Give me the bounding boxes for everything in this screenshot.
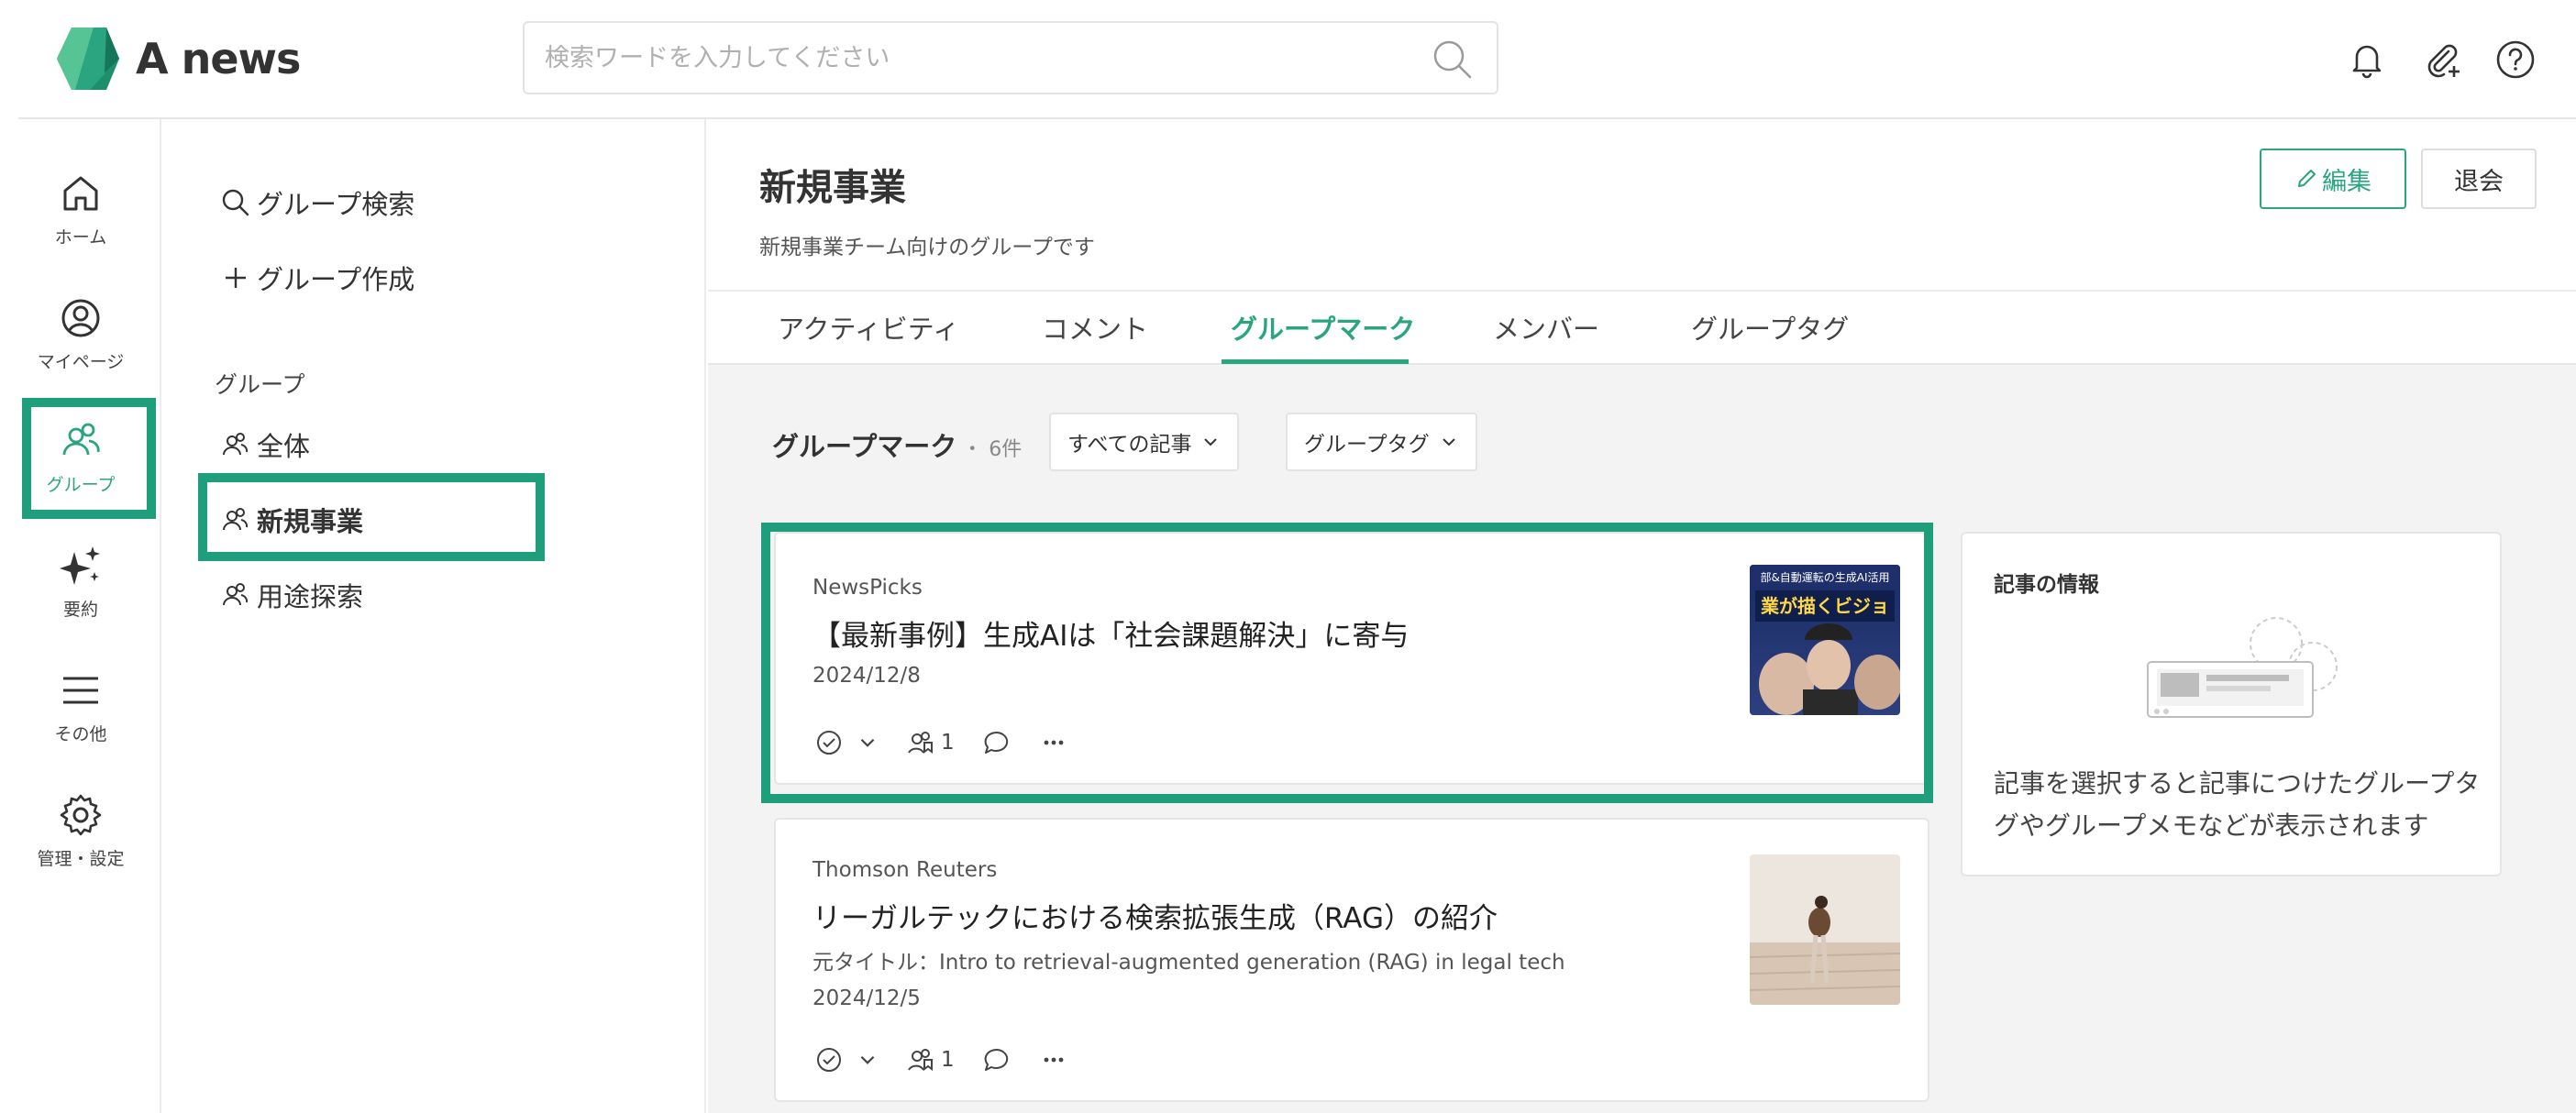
mark-count: ・ 6件 [962,438,1023,461]
chevron-down-icon [1204,438,1218,446]
bell-icon[interactable] [2346,39,2388,81]
rail-label-settings: 管理・設定 [37,849,125,869]
group-mark-icon [908,1049,933,1071]
leave-button[interactable]: 退会 [2421,149,2537,209]
chevron-down-icon[interactable] [857,1049,879,1071]
rail-label-summary: 要約 [62,600,98,620]
gear-icon [60,794,102,836]
member-count: 1 [941,1048,955,1072]
pencil-icon [2298,170,2316,187]
member-marks-button[interactable]: 1 [906,1045,955,1074]
page-title: 新規事業 [759,167,906,209]
search-icon [222,189,249,216]
comment-icon [984,1048,1008,1071]
group-item-label: 全体 [257,431,311,462]
group-header: 新規事業 新規事業チーム向けのグループです 編集 退会 [708,119,2576,290]
all-articles-dropdown[interactable]: すべての記事 [1049,413,1240,471]
filter-title: グループマーク・ 6件 [772,425,1022,464]
group-item-use-case[interactable]: 用途探索 [220,576,363,614]
app-logo[interactable]: A news [53,26,301,92]
more-horizontal-icon [1044,1057,1064,1063]
group-sidebar: グループ検索 グループ作成 グループ 全体 新規事業 用途探索 [163,119,706,1113]
group-icon [223,433,249,456]
group-icon [223,583,249,606]
group-create-button[interactable]: グループ作成 [220,259,415,297]
group-list-heading: グループ [215,371,305,398]
search-input[interactable] [545,23,1407,93]
nav-rail: ホーム マイページ グループ 要約 その他 管理・設定 [0,119,161,1113]
tab-members[interactable]: メンバー [1493,308,1599,347]
plus-icon [226,268,246,288]
comment-button[interactable] [982,1045,1012,1074]
check-circle-icon [817,1048,841,1072]
article-date: 2024/12/5 [813,986,921,1010]
tab-group-marks[interactable]: グループマーク [1231,308,1415,347]
tab-group-tags[interactable]: グループタグ [1691,308,1849,347]
search-box[interactable] [523,21,1498,94]
rail-item-settings[interactable]: 管理・設定 [0,792,161,870]
filter-title-text: グループマーク [772,431,957,462]
help-icon[interactable] [2494,39,2537,81]
paperclip-add-icon[interactable] [2421,39,2463,81]
tab-activity[interactable]: アクティビティ [778,308,959,347]
group-search-label: グループ検索 [257,189,415,220]
dropdown-label: すべての記事 [1067,433,1192,457]
rail-group-highlight [22,398,156,519]
rail-label-home: ホーム [54,227,107,248]
chevron-down-icon [1442,438,1455,446]
user-circle-icon [61,299,100,337]
read-status-button[interactable] [814,1045,879,1074]
info-panel-message: 記事を選択すると記事につけたグループタグやグループメモなどが表示されます [1994,768,2481,841]
edit-button[interactable]: 編集 [2260,149,2406,209]
article-actions: 1 [814,1045,1096,1074]
sparkle-icon [60,546,100,585]
app-header: A news [0,0,2576,117]
article-info-panel: 記事の情報 記事を選択すると記事につけたグループタグやグループメモなどが表示され… [1961,532,2502,876]
tab-comments[interactable]: コメント [1042,308,1148,347]
group-item-highlight [198,473,545,561]
app-name: A news [136,34,301,83]
article-card-highlight [761,523,1933,803]
tab-bar: アクティビティ コメント グループマーク メンバー グループタグ [708,290,2576,365]
article-thumbnail[interactable] [1750,854,1900,1005]
info-panel-title: 記事の情報 [1994,573,2099,597]
group-item-label: 用途探索 [257,581,364,612]
dropdown-label: グループタグ [1304,433,1430,457]
group-item-all[interactable]: 全体 [220,425,310,464]
edit-button-label: 編集 [2322,167,2371,196]
thumbnail-image [1750,854,1900,1005]
group-description: 新規事業チーム向けのグループです [759,236,1095,259]
article-original-title: 元タイトル：Intro to retrieval-augmented gener… [813,951,1565,975]
active-tab-indicator [1222,359,1409,364]
home-icon [63,176,98,211]
group-create-label: グループ作成 [257,264,415,295]
article-source: Thomson Reuters [813,858,998,882]
rail-label-other: その他 [54,724,107,744]
rail-item-home[interactable]: ホーム [0,171,161,248]
rail-item-mypage[interactable]: マイページ [0,295,161,373]
article-card[interactable]: Thomson Reuters リーガルテックにおける検索拡張生成（RAG）の紹… [774,818,1929,1102]
article-title[interactable]: リーガルテックにおける検索拡張生成（RAG）の紹介 [813,895,1498,936]
more-button[interactable] [1039,1045,1068,1074]
logo-icon [57,28,119,90]
rail-item-other[interactable]: その他 [0,667,161,745]
group-search-button[interactable]: グループ検索 [220,183,415,222]
search-icon[interactable] [1431,38,1473,80]
rail-item-summary[interactable]: 要約 [0,543,161,621]
group-tag-dropdown[interactable]: グループタグ [1286,413,1477,471]
rail-label-mypage: マイページ [37,352,125,372]
empty-state-illustration [2147,617,2338,718]
menu-icon [63,677,98,704]
